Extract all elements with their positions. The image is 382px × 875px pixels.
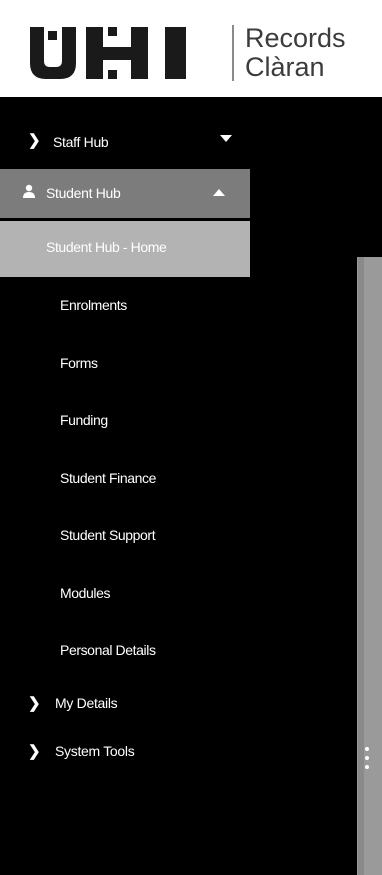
header: Records Clàran	[0, 0, 382, 97]
sidebar-subitem-label: Personal Details	[60, 642, 156, 658]
sidebar-subitem-personal-details[interactable]: Personal Details	[0, 622, 250, 680]
sidebar-subitem-student-finance[interactable]: Student Finance	[0, 450, 250, 508]
sidebar-subitem-label: Enrolments	[60, 297, 127, 313]
sidebar-subitem-funding[interactable]: Funding	[0, 392, 250, 450]
uhi-logo	[30, 27, 224, 79]
chevron-right-icon: ❯	[28, 694, 41, 712]
sidebar-subitem-label: Forms	[60, 354, 98, 371]
sidebar-subitem-student-support[interactable]: Student Support	[0, 507, 250, 565]
sidebar-subitem-label: Student Finance	[60, 469, 156, 486]
sidebar-item-student-hub[interactable]: Student Hub	[0, 169, 250, 218]
sidebar-subitem-label: Student Support	[60, 527, 156, 543]
sidebar-item-system-tools[interactable]: ❯ System Tools	[0, 728, 250, 776]
sidebar-item-my-details[interactable]: ❯ My Details	[0, 680, 250, 728]
sidebar-nav: ❯ Staff Hub Student Hub Student Hub - Ho…	[0, 117, 250, 776]
caret-up-icon[interactable]	[213, 189, 225, 196]
resize-handle[interactable]	[365, 747, 369, 773]
sidebar-subitem-modules[interactable]: Modules	[0, 565, 250, 623]
sidebar-item-label: Staff Hub	[53, 134, 109, 150]
sidebar-subitem-label: Modules	[60, 584, 111, 601]
app-area: ❯ Staff Hub Student Hub Student Hub - Ho…	[0, 97, 382, 875]
sidebar-subitem-label: Student Hub - Home	[46, 239, 167, 255]
sidebar-item-label: System Tools	[55, 742, 135, 759]
handle-dot-icon	[365, 756, 369, 760]
logo-divider	[232, 25, 234, 81]
content-panel-edge	[358, 257, 364, 875]
brand-name: Records Clàran	[245, 24, 346, 82]
handle-dot-icon	[365, 747, 369, 751]
handle-dot-icon	[365, 765, 369, 769]
sidebar-subitem-student-hub-home[interactable]: Student Hub - Home	[0, 218, 250, 277]
sidebar-item-label: Student Hub	[46, 185, 121, 201]
sidebar-subitem-forms[interactable]: Forms	[0, 335, 250, 393]
brand-line-claran: Clàran	[245, 52, 325, 82]
sidebar-item-label: My Details	[55, 694, 118, 711]
caret-down-icon[interactable]	[220, 135, 232, 142]
chevron-right-icon: ❯	[28, 132, 41, 149]
brand-line-records: Records	[245, 23, 346, 53]
sidebar-subitem-label: Funding	[60, 412, 108, 428]
chevron-right-icon: ❯	[28, 742, 41, 760]
person-icon	[23, 184, 35, 198]
sidebar-subitem-enrolments[interactable]: Enrolments	[0, 277, 250, 335]
sidebar-item-staff-hub[interactable]: ❯ Staff Hub	[0, 117, 250, 169]
